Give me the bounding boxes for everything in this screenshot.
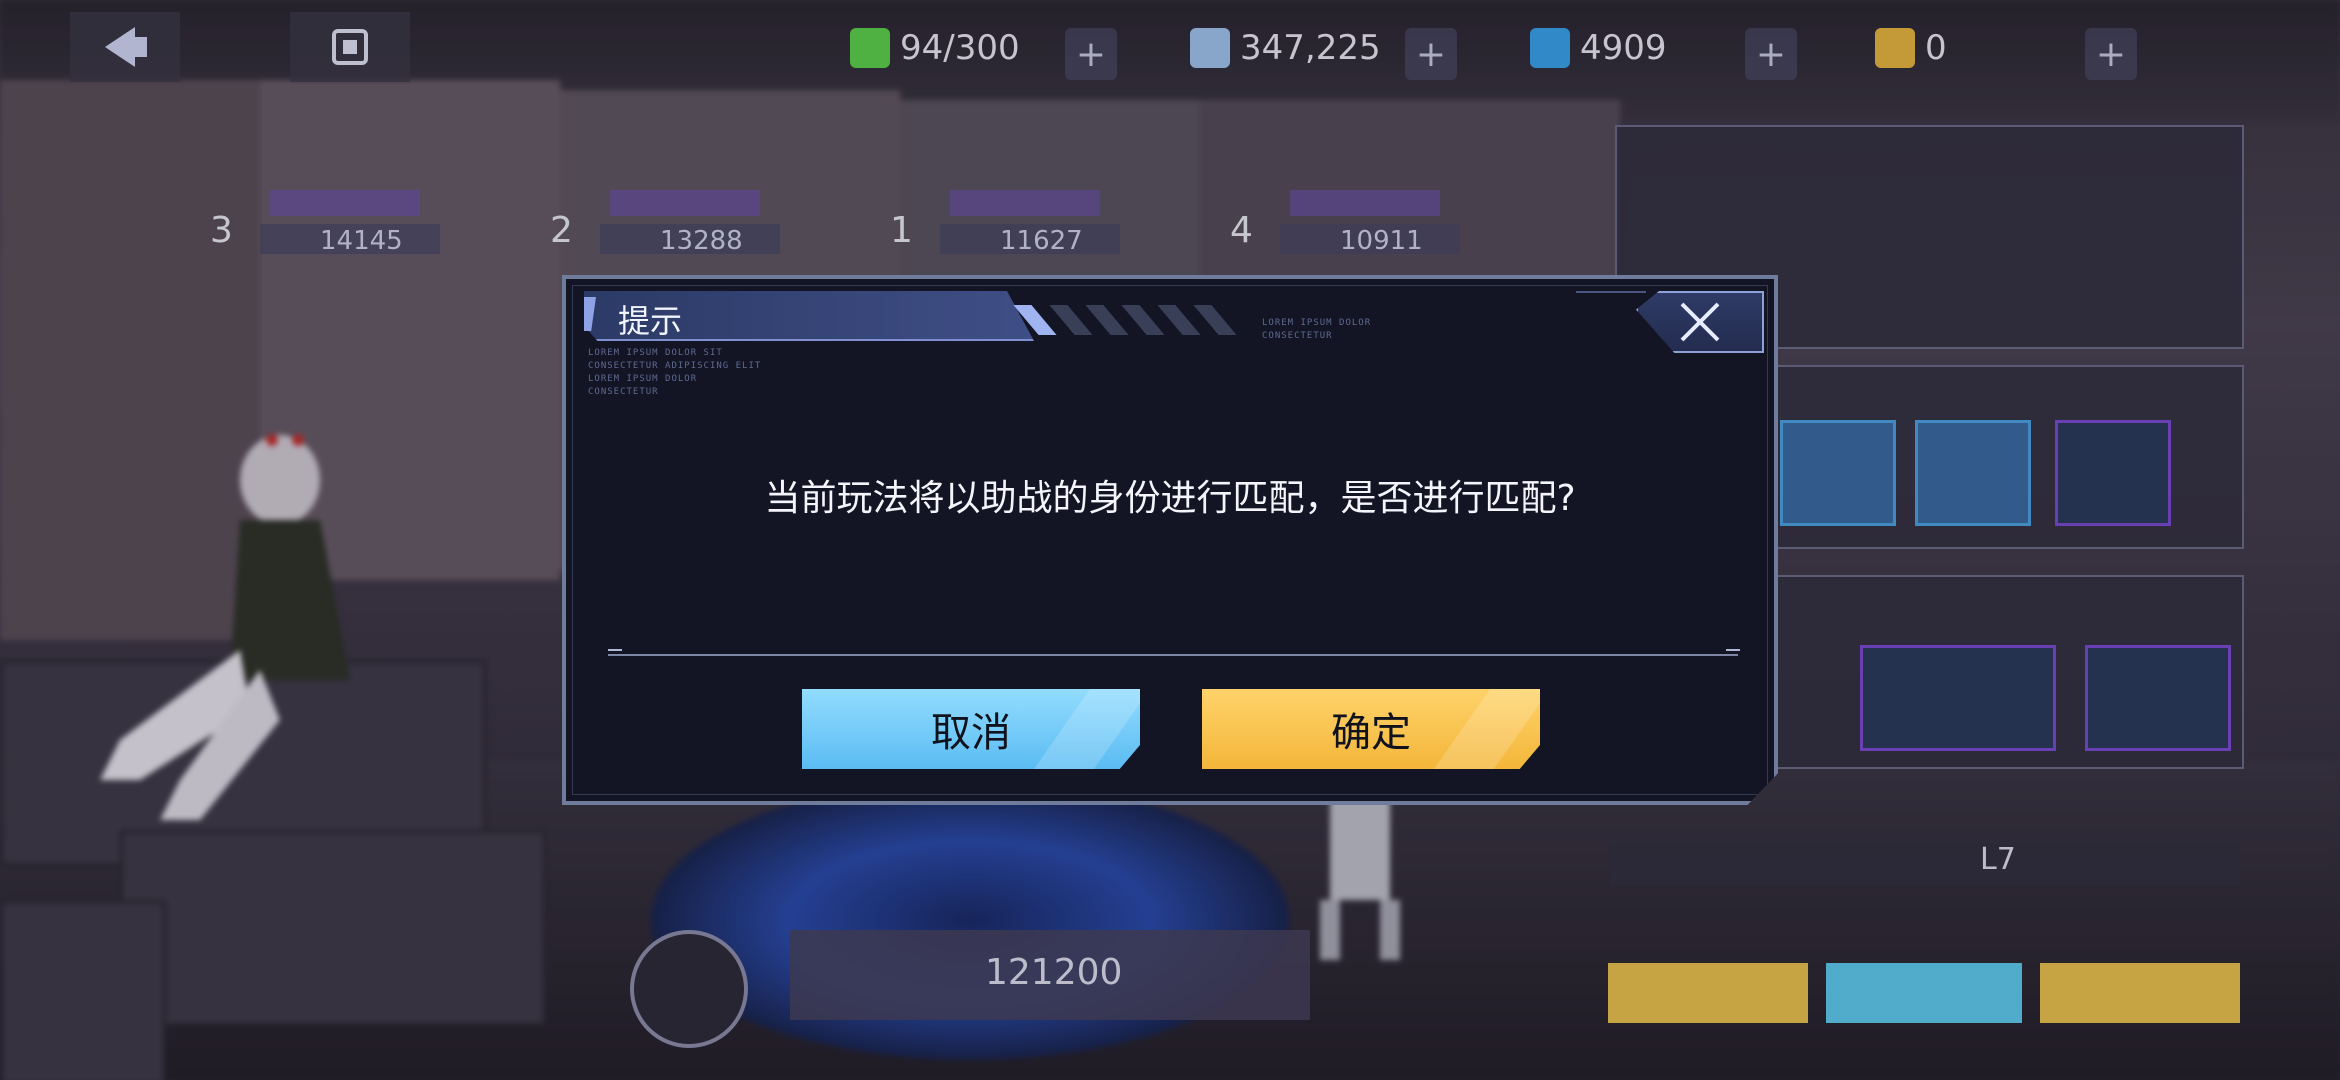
stripe xyxy=(1049,305,1093,335)
confirm-label: 确定 xyxy=(1331,710,1411,756)
corner-line xyxy=(1576,291,1646,343)
close-icon xyxy=(1680,302,1720,342)
divider xyxy=(608,654,1738,656)
divider-tick xyxy=(1726,649,1740,663)
confirm-button[interactable]: 确定 xyxy=(1202,689,1540,769)
decor-line: CONSECTETUR ADIPISCING ELIT xyxy=(588,361,762,371)
cancel-button[interactable]: 取消 xyxy=(802,689,1140,769)
decor-line: LOREM IPSUM DOLOR SIT xyxy=(588,348,723,358)
decor-text-left: LOREM IPSUM DOLOR SIT CONSECTETUR ADIPIS… xyxy=(588,347,761,399)
decor-line: LOREM IPSUM DOLOR xyxy=(1262,318,1372,328)
game-screen: 94/300 + 347,225 + 4909 + 0 + 3 14145 2 xyxy=(0,0,2340,1080)
decor-line: CONSECTETUR xyxy=(588,387,659,397)
stripe xyxy=(1085,305,1129,335)
title-stripes xyxy=(1013,305,1286,335)
divider-tick xyxy=(608,649,622,663)
dialog-title: 提示 xyxy=(618,302,683,340)
decor-line: CONSECTETUR xyxy=(1262,331,1333,341)
stripe xyxy=(1121,305,1165,335)
stripe xyxy=(1157,305,1201,335)
decor-line: LOREM IPSUM DOLOR xyxy=(588,374,698,384)
stripe xyxy=(1193,305,1237,335)
dialog-message: 当前玩法将以助战的身份进行匹配，是否进行匹配? xyxy=(764,478,1576,519)
prompt-dialog: 提示 LOREM IPSUM DOLOR SIT CONSECTETUR ADI… xyxy=(562,275,1778,805)
cancel-label: 取消 xyxy=(931,710,1011,756)
decor-text-right: LOREM IPSUM DOLOR CONSECTETUR xyxy=(1262,317,1371,343)
